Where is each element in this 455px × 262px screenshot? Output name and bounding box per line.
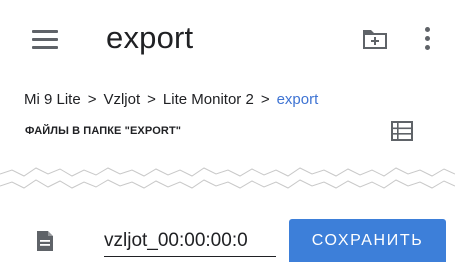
breadcrumb-separator: >	[87, 91, 97, 108]
save-button[interactable]: СОХРАНИТЬ	[289, 219, 446, 262]
view-list-icon[interactable]	[391, 121, 413, 141]
filename-input[interactable]	[104, 226, 276, 257]
section-title: ФАЙЛЫ В ПАПКЕ "EXPORT"	[25, 125, 182, 137]
file-icon	[36, 230, 54, 252]
breadcrumb-item-device[interactable]: Mi 9 Lite	[24, 91, 81, 108]
breadcrumb-item-vzljot[interactable]: Vzljot	[103, 91, 140, 108]
breadcrumb-item-current[interactable]: export	[277, 91, 319, 108]
breadcrumb-separator: >	[147, 91, 156, 108]
torn-paper-divider	[0, 167, 455, 189]
app-toolbar: export	[0, 0, 455, 80]
more-vert-icon[interactable]	[421, 26, 435, 54]
page-title: export	[106, 20, 194, 55]
save-file-dialog: export Mi 9 Lite > Vzljot > Lite Monitor 2 > e…	[0, 0, 455, 262]
menu-icon[interactable]	[32, 28, 58, 50]
breadcrumb-item-lite-monitor[interactable]: Lite Monitor 2	[163, 91, 254, 108]
create-new-folder-icon[interactable]	[360, 24, 390, 54]
breadcrumb: Mi 9 Lite > Vzljot > Lite Monitor 2 > export	[24, 90, 318, 110]
breadcrumb-separator: >	[260, 91, 270, 108]
